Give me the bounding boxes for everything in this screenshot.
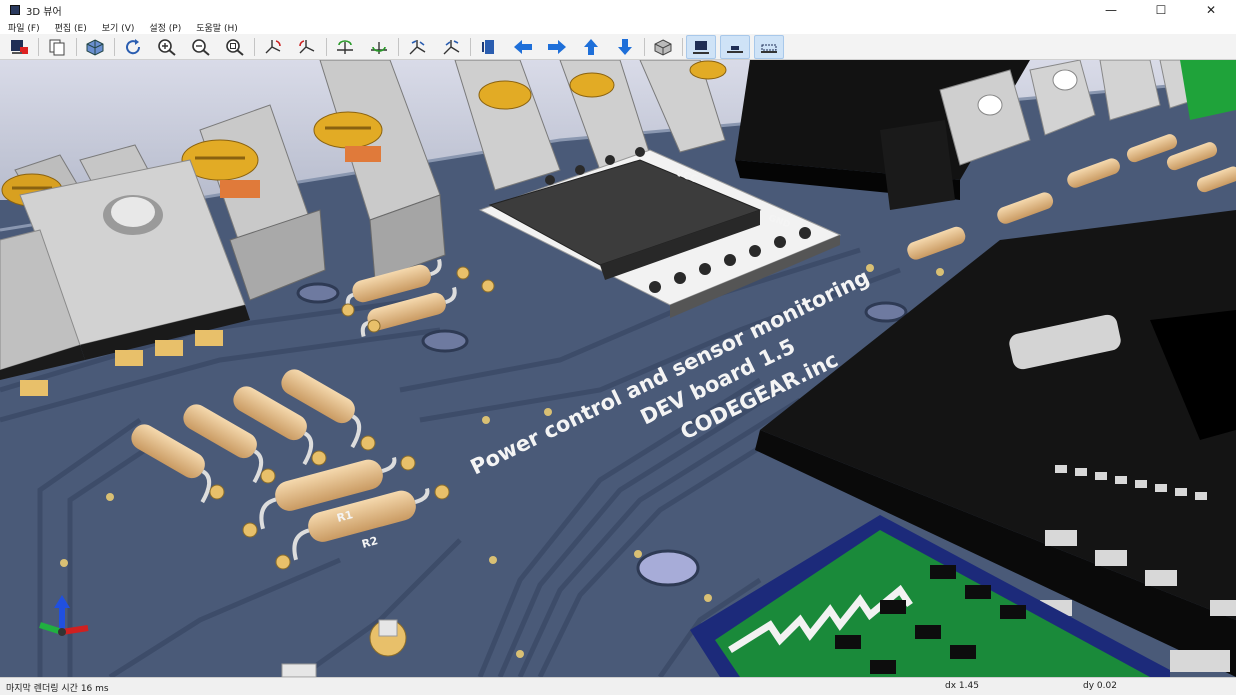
menu-help[interactable]: 도움말 (H) — [188, 21, 245, 34]
reload-board-button[interactable] — [4, 35, 34, 59]
rotate-x-ccw-button[interactable] — [292, 35, 322, 59]
rotate-z-ccw-icon — [443, 39, 460, 54]
refresh-icon — [126, 38, 141, 54]
ortho-cube-icon — [654, 38, 672, 56]
rotate-x-cw-button[interactable] — [258, 35, 288, 59]
menu-preferences[interactable]: 설정 (P) — [141, 21, 188, 34]
copy-icon — [49, 39, 65, 55]
move-down-button[interactable] — [610, 35, 640, 59]
zoom-out-button[interactable] — [186, 35, 216, 59]
rotate-z-cw-icon — [409, 39, 426, 54]
maximize-button[interactable]: ☐ — [1136, 0, 1186, 20]
render-time: 마지막 렌더링 시간 16 ms — [6, 684, 109, 694]
pcb-scene: VCC GND R1 R2 Power control and sensor m… — [0, 60, 1236, 677]
arrow-right-icon — [548, 39, 566, 54]
raytrace-button[interactable] — [80, 35, 110, 59]
reload-board-icon — [11, 39, 28, 54]
rotate-y-cw-icon — [337, 39, 353, 54]
refresh-button[interactable] — [118, 35, 148, 59]
menu-bar: 파일 (F) 편집 (E) 보기 (V) 설정 (P) 도움말 (H) — [0, 20, 1236, 34]
zoom-fit-icon — [226, 38, 244, 56]
rotate-z-ccw-button[interactable] — [436, 35, 466, 59]
show-tht-button[interactable] — [686, 34, 716, 59]
dx-readout: dx 1.45 — [945, 681, 979, 691]
window-title: 3D 뷰어 — [26, 6, 62, 18]
toolbar — [0, 34, 1236, 60]
show-virtual-button[interactable] — [754, 34, 784, 59]
rotate-y-ccw-icon — [371, 41, 387, 54]
dy-readout: dy 0.02 — [1083, 681, 1117, 691]
ortho-view-button[interactable] — [648, 35, 678, 59]
zoom-in-button[interactable] — [152, 35, 182, 59]
show-smd-button[interactable] — [720, 34, 750, 59]
raytrace-cube-icon — [86, 38, 104, 56]
menu-view[interactable]: 보기 (V) — [94, 21, 142, 34]
minimize-button[interactable]: — — [1086, 0, 1136, 20]
show-tht-icon — [693, 40, 709, 54]
move-up-button[interactable] — [576, 35, 606, 59]
close-button[interactable]: ✕ — [1186, 0, 1236, 20]
app-icon — [10, 5, 20, 15]
flip-board-icon — [482, 39, 494, 54]
arrow-up-icon — [584, 38, 598, 55]
3d-viewport[interactable]: VCC GND R1 R2 Power control and sensor m… — [0, 60, 1236, 677]
rotate-x-ccw-icon — [299, 39, 315, 53]
title-bar: 3D 뷰어 — ☐ ✕ — [0, 0, 1236, 20]
show-smd-icon — [727, 45, 743, 53]
rotate-x-cw-icon — [265, 39, 281, 53]
move-left-button[interactable] — [508, 35, 538, 59]
rotate-z-cw-button[interactable] — [402, 35, 432, 59]
arrow-down-icon — [618, 38, 632, 55]
rotate-y-ccw-button[interactable] — [364, 35, 394, 59]
menu-edit[interactable]: 편집 (E) — [47, 21, 94, 34]
status-bar: 마지막 렌더링 시간 16 ms dx 1.45 dy 0.02 — [0, 677, 1236, 695]
zoom-out-icon — [192, 38, 210, 56]
zoom-in-icon — [158, 38, 176, 56]
window-controls: — ☐ ✕ — [1086, 0, 1236, 20]
rotate-y-cw-button[interactable] — [330, 35, 360, 59]
zoom-fit-button[interactable] — [220, 35, 250, 59]
copy-button[interactable] — [42, 35, 72, 59]
show-virtual-icon — [761, 44, 777, 53]
arrow-left-icon — [514, 39, 532, 54]
menu-file[interactable]: 파일 (F) — [0, 21, 47, 34]
flip-board-button[interactable] — [474, 35, 504, 59]
move-right-button[interactable] — [542, 35, 572, 59]
